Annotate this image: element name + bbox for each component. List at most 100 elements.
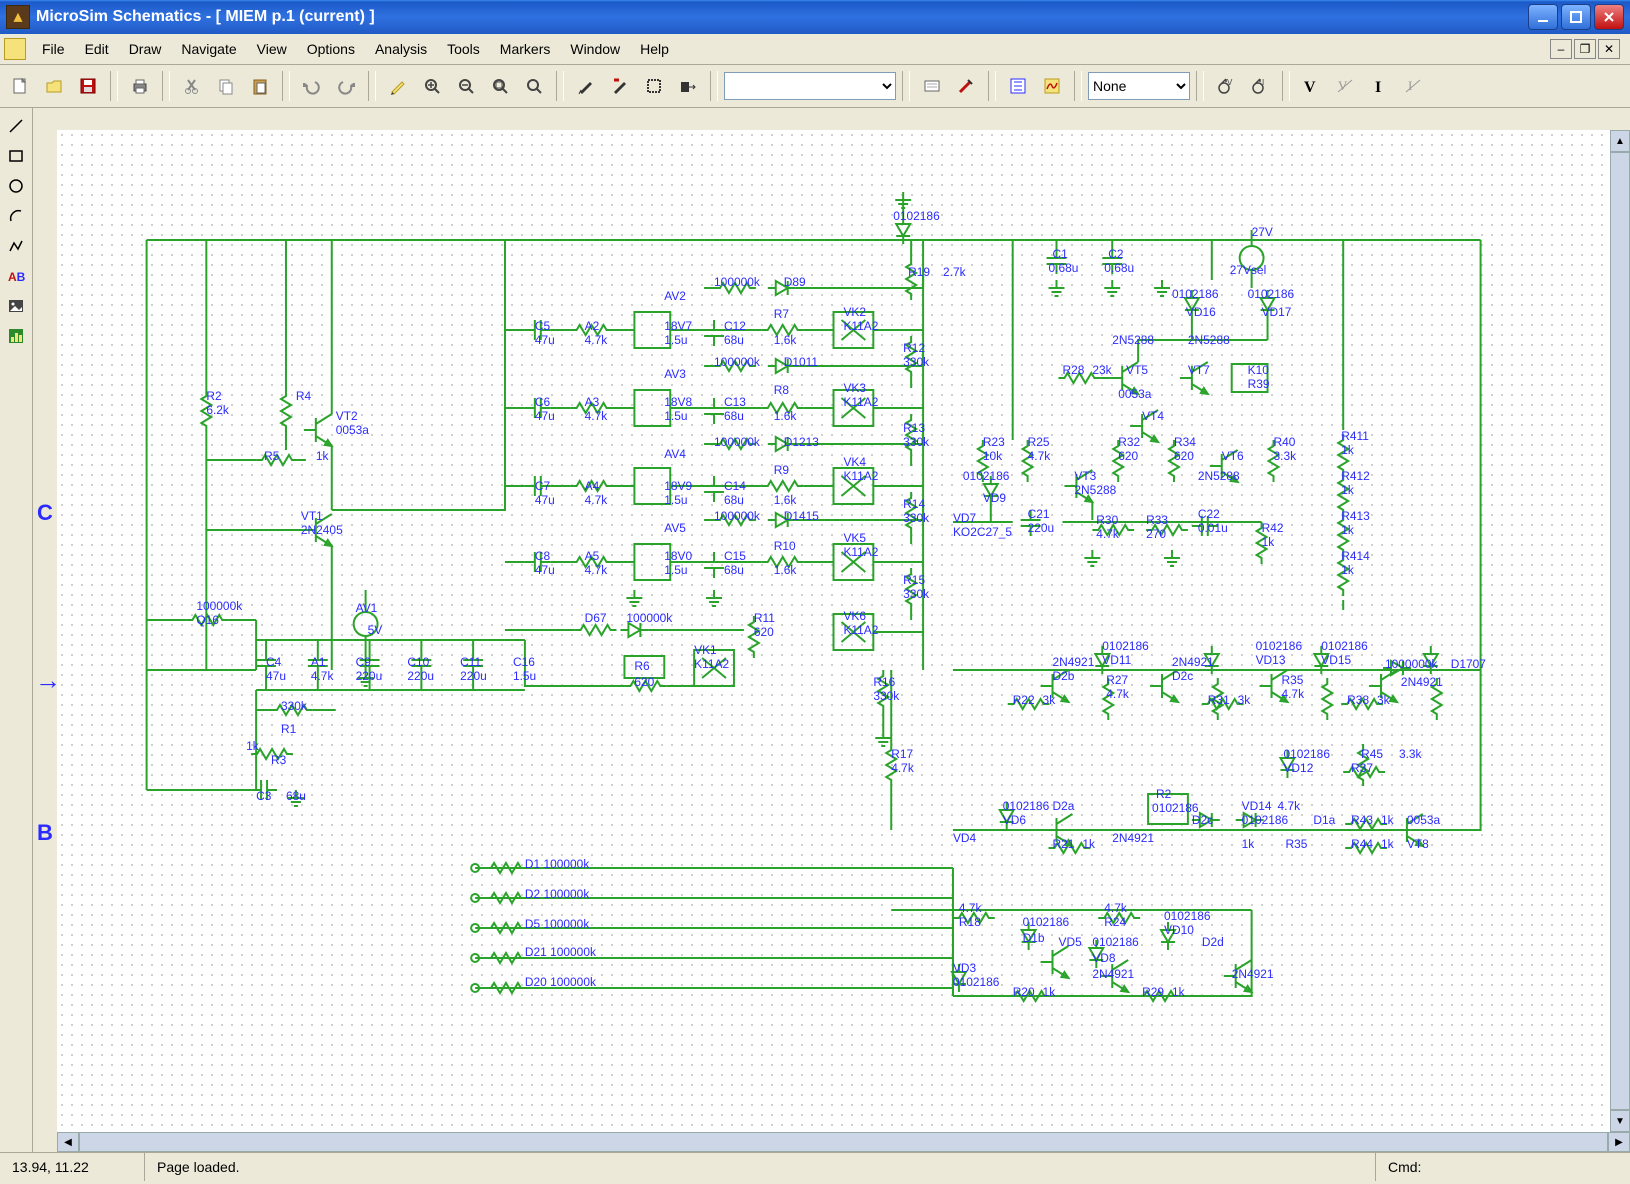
toggle-voltage-display-button[interactable]: V bbox=[1330, 70, 1362, 102]
menu-markers[interactable]: Markers bbox=[490, 37, 561, 61]
draw-circle-icon[interactable] bbox=[2, 172, 30, 200]
menu-tools[interactable]: Tools bbox=[437, 37, 490, 61]
scrollbar-vertical[interactable]: ▲ ▼ bbox=[1610, 130, 1630, 1132]
svg-text:2N5288: 2N5288 bbox=[1112, 333, 1154, 347]
menu-navigate[interactable]: Navigate bbox=[171, 37, 246, 61]
undo-button[interactable] bbox=[296, 70, 328, 102]
svg-text:0102186: 0102186 bbox=[1164, 909, 1211, 923]
svg-text:K10: K10 bbox=[1248, 363, 1270, 377]
ruler-vertical: C → B bbox=[33, 130, 58, 1132]
scroll-thumb-h[interactable] bbox=[79, 1132, 1608, 1152]
svg-text:1k: 1k bbox=[316, 449, 329, 463]
edit-attributes-button[interactable] bbox=[916, 70, 948, 102]
menu-analysis[interactable]: Analysis bbox=[365, 37, 437, 61]
svg-text:1k: 1k bbox=[1341, 523, 1354, 537]
new-button[interactable] bbox=[4, 70, 36, 102]
marker-style-combobox[interactable]: None bbox=[1088, 72, 1190, 100]
svg-text:C3: C3 bbox=[256, 789, 272, 803]
svg-text:R13: R13 bbox=[903, 421, 925, 435]
minimize-button[interactable] bbox=[1528, 4, 1558, 30]
part-name-combobox[interactable] bbox=[724, 72, 896, 100]
status-message: Page loaded. bbox=[145, 1153, 1376, 1181]
print-button[interactable] bbox=[124, 70, 156, 102]
svg-text:2N5288: 2N5288 bbox=[1074, 483, 1116, 497]
svg-text:4.7k: 4.7k bbox=[585, 333, 608, 347]
insert-chart-icon[interactable] bbox=[2, 322, 30, 350]
svg-text:1.6k: 1.6k bbox=[774, 493, 797, 507]
copy-button[interactable] bbox=[210, 70, 242, 102]
menu-draw[interactable]: Draw bbox=[119, 37, 172, 61]
draw-block-button[interactable] bbox=[638, 70, 670, 102]
mdi-minimize-button[interactable]: – bbox=[1550, 39, 1572, 59]
svg-text:0.01u: 0.01u bbox=[1198, 521, 1228, 535]
zoom-in-button[interactable] bbox=[416, 70, 448, 102]
svg-text:VD15: VD15 bbox=[1321, 653, 1351, 667]
svg-text:18V8: 18V8 bbox=[664, 395, 692, 409]
cut-button[interactable] bbox=[176, 70, 208, 102]
menu-options[interactable]: Options bbox=[297, 37, 365, 61]
toggle-current-display-button[interactable]: I bbox=[1398, 70, 1430, 102]
current-marker-button[interactable]: I bbox=[1244, 70, 1276, 102]
menu-edit[interactable]: Edit bbox=[75, 37, 119, 61]
svg-text:VD11: VD11 bbox=[1102, 653, 1131, 667]
menu-view[interactable]: View bbox=[247, 37, 297, 61]
open-button[interactable] bbox=[38, 70, 70, 102]
mdi-close-button[interactable]: ✕ bbox=[1598, 39, 1620, 59]
svg-text:R28: R28 bbox=[1062, 363, 1084, 377]
svg-text:2N4921: 2N4921 bbox=[1092, 967, 1134, 981]
redo-button[interactable] bbox=[330, 70, 362, 102]
simulate-button[interactable] bbox=[1036, 70, 1068, 102]
paste-button[interactable] bbox=[244, 70, 276, 102]
close-button[interactable] bbox=[1594, 4, 1624, 30]
svg-text:R22: R22 bbox=[1013, 693, 1035, 707]
scroll-up-icon[interactable]: ▲ bbox=[1610, 130, 1630, 152]
enable-voltage-display-button[interactable]: V bbox=[1296, 70, 1328, 102]
menu-help[interactable]: Help bbox=[630, 37, 679, 61]
svg-text:18V7: 18V7 bbox=[664, 319, 692, 333]
scroll-down-icon[interactable]: ▼ bbox=[1610, 1110, 1630, 1132]
draw-polyline-icon[interactable] bbox=[2, 232, 30, 260]
svg-text:R27: R27 bbox=[1106, 673, 1128, 687]
svg-text:R7: R7 bbox=[774, 307, 790, 321]
edit-symbol-button[interactable] bbox=[950, 70, 982, 102]
schematic-canvas[interactable]: 0102186R26.2kR4VT20053aR51kVT12N24051000… bbox=[57, 130, 1610, 1132]
svg-text:R4: R4 bbox=[296, 389, 312, 403]
zoom-out-button[interactable] bbox=[450, 70, 482, 102]
svg-text:A4: A4 bbox=[585, 479, 600, 493]
draw-bus-button[interactable] bbox=[604, 70, 636, 102]
svg-text:C15: C15 bbox=[724, 549, 746, 563]
svg-text:R413: R413 bbox=[1341, 509, 1370, 523]
svg-text:27V: 27V bbox=[1252, 225, 1273, 239]
insert-picture-icon[interactable] bbox=[2, 292, 30, 320]
svg-text:R6: R6 bbox=[634, 659, 650, 673]
enable-current-display-button[interactable]: I bbox=[1364, 70, 1396, 102]
menu-window[interactable]: Window bbox=[560, 37, 630, 61]
redraw-button[interactable] bbox=[382, 70, 414, 102]
svg-text:A1: A1 bbox=[311, 655, 326, 669]
maximize-button[interactable] bbox=[1561, 4, 1591, 30]
svg-text:R34: R34 bbox=[1174, 435, 1196, 449]
draw-rect-icon[interactable] bbox=[2, 142, 30, 170]
zoom-fit-button[interactable] bbox=[518, 70, 550, 102]
svg-text:0.68u: 0.68u bbox=[1049, 261, 1079, 275]
draw-line-icon[interactable] bbox=[2, 112, 30, 140]
scroll-thumb-v[interactable] bbox=[1610, 152, 1630, 1110]
setup-analysis-button[interactable] bbox=[1002, 70, 1034, 102]
save-button[interactable] bbox=[72, 70, 104, 102]
svg-text:C16: C16 bbox=[513, 655, 535, 669]
get-part-button[interactable] bbox=[672, 70, 704, 102]
scroll-left-icon[interactable]: ◀ bbox=[57, 1132, 79, 1152]
zoom-area-button[interactable] bbox=[484, 70, 516, 102]
svg-text:620: 620 bbox=[754, 625, 774, 639]
draw-wire-button[interactable] bbox=[570, 70, 602, 102]
svg-text:D2c: D2c bbox=[1192, 813, 1213, 827]
svg-text:D2d: D2d bbox=[1202, 935, 1224, 949]
menu-file[interactable]: File bbox=[32, 37, 75, 61]
scrollbar-horizontal[interactable]: ◀ ▶ bbox=[57, 1132, 1630, 1152]
svg-text:VD6: VD6 bbox=[1003, 813, 1027, 827]
voltage-marker-button[interactable]: V bbox=[1210, 70, 1242, 102]
mdi-restore-button[interactable]: ❐ bbox=[1574, 39, 1596, 59]
draw-text-icon[interactable]: AB bbox=[2, 262, 30, 290]
draw-arc-icon[interactable] bbox=[2, 202, 30, 230]
scroll-right-icon[interactable]: ▶ bbox=[1608, 1132, 1630, 1152]
